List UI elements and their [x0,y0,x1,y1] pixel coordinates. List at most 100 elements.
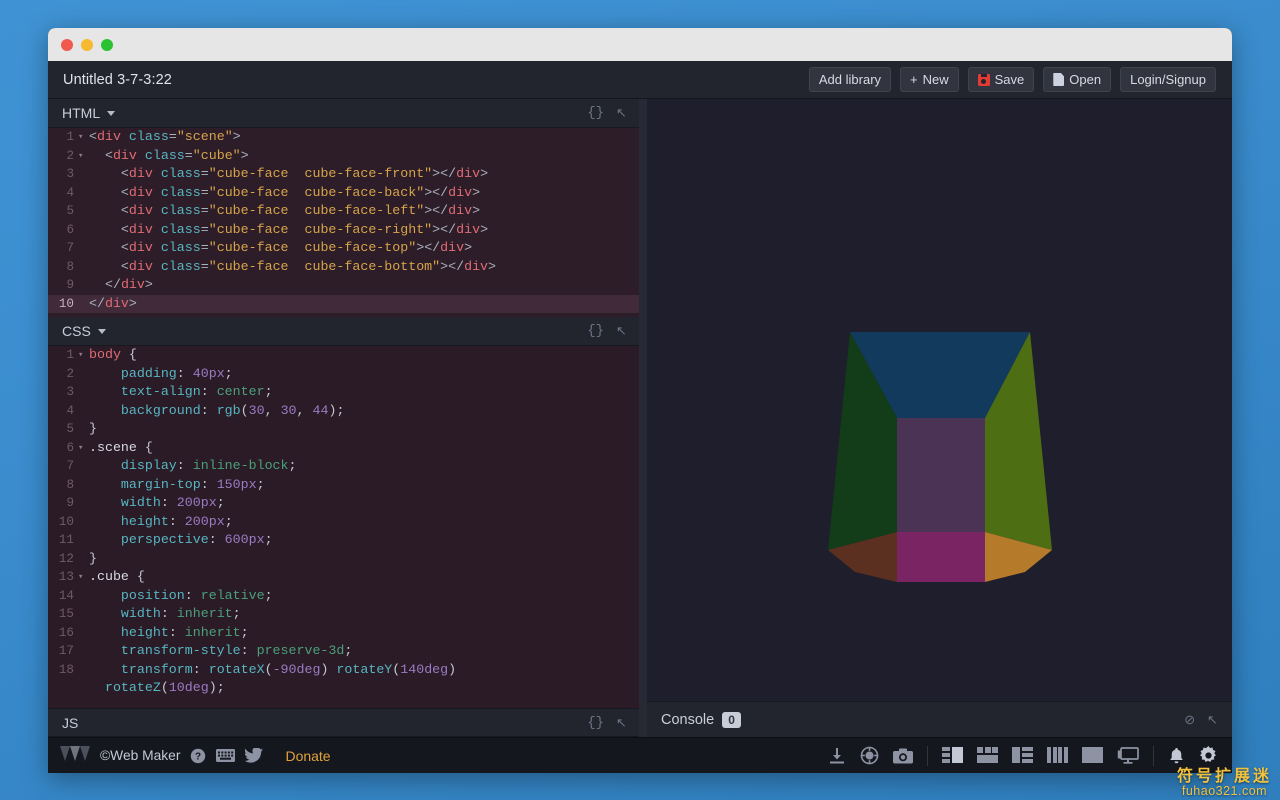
code-line[interactable]: 9 </div> [48,276,639,295]
open-button[interactable]: Open [1043,67,1111,92]
code-line[interactable]: 6 <div class="cube-face cube-face-right"… [48,221,639,240]
css-panel-title-group[interactable]: CSS [62,323,587,339]
monitor-preview-icon[interactable] [1117,747,1139,765]
js-panel-title-group[interactable]: JS [62,715,587,731]
code-line[interactable]: 3 text-align: center; [48,383,639,402]
console-title-group[interactable]: Console 0 [661,712,1184,728]
layout-mode-1[interactable] [942,747,963,764]
code-line[interactable]: 9 width: 200px; [48,494,639,513]
code-line-text: width: inherit; [89,605,639,624]
login-signup-button[interactable]: Login/Signup [1120,67,1216,92]
code-line[interactable]: 1▾<div class="scene"> [48,128,639,147]
download-icon[interactable] [828,747,846,765]
fold-toggle-icon[interactable]: ▾ [78,128,89,147]
code-line-text: transform: rotateX(-90deg) rotateY(140de… [89,661,639,680]
help-icon[interactable]: ? [190,748,206,764]
code-line[interactable]: 12} [48,550,639,569]
add-library-button[interactable]: Add library [809,67,891,92]
css-code-editor[interactable]: 1▾body {2 padding: 40px;3 text-align: ce… [48,346,639,708]
fold-toggle-icon [78,221,89,240]
format-code-icon[interactable]: {} [587,105,604,121]
code-line-text: <div class="cube-face cube-face-bottom">… [89,258,639,277]
fold-toggle-icon[interactable]: ▾ [78,568,89,587]
line-number: 4 [48,402,78,421]
line-number: 2 [48,365,78,384]
code-line[interactable]: 6▾.scene { [48,439,639,458]
code-line[interactable]: 13▾.cube { [48,568,639,587]
fold-toggle-icon [78,661,89,680]
code-line[interactable]: rotateZ(10deg); [48,679,639,698]
keyboard-icon[interactable] [216,749,235,762]
code-line[interactable]: 2▾ <div class="cube"> [48,147,639,166]
html-panel-title-group[interactable]: HTML [62,105,587,121]
layout-mode-4[interactable] [1047,747,1068,764]
code-line[interactable]: 4 background: rgb(30, 30, 44); [48,402,639,421]
code-line-text: text-align: center; [89,383,639,402]
line-number: 9 [48,494,78,513]
maximize-window-button[interactable] [101,39,113,51]
html-panel-actions: {} ↗ [587,105,627,121]
fold-toggle-icon[interactable]: ▾ [78,439,89,458]
layout-mode-3[interactable] [1012,747,1033,764]
line-number: 4 [48,184,78,203]
expand-panel-icon[interactable]: ↗ [616,715,627,731]
code-line[interactable]: 1▾body { [48,346,639,365]
screenshot-camera-icon[interactable] [893,748,913,764]
bell-icon[interactable] [1168,747,1185,765]
code-line[interactable]: 8 margin-top: 150px; [48,476,639,495]
expand-panel-icon[interactable]: ↗ [616,105,627,121]
layout-mode-5[interactable] [1082,747,1103,764]
chevron-down-icon[interactable] [107,111,115,116]
code-line[interactable]: 8 <div class="cube-face cube-face-bottom… [48,258,639,277]
footer-divider [1153,746,1154,766]
code-line[interactable]: 10 height: 200px; [48,513,639,532]
line-number: 1 [48,346,78,365]
line-number: 8 [48,476,78,495]
expand-console-icon[interactable]: ↗ [1207,712,1218,728]
app-footer: ©Web Maker ? [48,737,1232,773]
code-line-text: background: rgb(30, 30, 44); [89,402,639,421]
code-line[interactable]: 2 padding: 40px; [48,365,639,384]
code-line[interactable]: 3 <div class="cube-face cube-face-front"… [48,165,639,184]
expand-panel-icon[interactable]: ↗ [616,323,627,339]
format-code-icon[interactable]: {} [587,715,604,731]
code-line[interactable]: 11 perspective: 600px; [48,531,639,550]
code-line[interactable]: 7 display: inline-block; [48,457,639,476]
fold-toggle-icon[interactable]: ▾ [78,346,89,365]
fold-toggle-icon[interactable]: ▾ [78,147,89,166]
main-split: HTML {} ↗ 1▾<div class="scene">2▾ <div c… [48,99,1232,737]
minimize-window-button[interactable] [81,39,93,51]
code-line[interactable]: 10</div> [48,295,639,314]
brand-label: ©Web Maker [100,748,180,763]
code-line[interactable]: 4 <div class="cube-face cube-face-back">… [48,184,639,203]
fold-toggle-icon [78,239,89,258]
code-line[interactable]: 18 transform: rotateX(-90deg) rotateY(14… [48,661,639,680]
code-line[interactable]: 7 <div class="cube-face cube-face-top"><… [48,239,639,258]
detach-preview-icon[interactable] [860,746,879,765]
close-window-button[interactable] [61,39,73,51]
gear-icon[interactable] [1199,746,1218,765]
clear-console-icon[interactable]: ⊘ [1184,712,1195,728]
donate-link[interactable]: Donate [285,748,330,764]
line-number: 5 [48,202,78,221]
chevron-down-icon[interactable] [98,329,106,334]
code-line[interactable]: 5} [48,420,639,439]
code-line[interactable]: 14 position: relative; [48,587,639,606]
line-number: 13 [48,568,78,587]
save-icon [978,74,990,86]
code-line[interactable]: 16 height: inherit; [48,624,639,643]
html-code-editor[interactable]: 1▾<div class="scene">2▾ <div class="cube… [48,128,639,317]
code-line[interactable]: 5 <div class="cube-face cube-face-left">… [48,202,639,221]
format-code-icon[interactable]: {} [587,323,604,339]
code-line[interactable]: 15 width: inherit; [48,605,639,624]
code-line-text: <div class="cube-face cube-face-top"></d… [89,239,639,258]
line-number: 12 [48,550,78,569]
new-button[interactable]: + New [900,67,959,92]
code-line[interactable]: 17 transform-style: preserve-3d; [48,642,639,661]
save-button[interactable]: Save [968,67,1035,92]
layout-mode-2[interactable] [977,747,998,764]
document-title[interactable]: Untitled 3-7-3:22 [63,72,809,88]
console-actions: ⊘ ↗ [1184,712,1218,728]
split-resize-handle[interactable] [639,99,647,737]
twitter-icon[interactable] [245,748,263,763]
